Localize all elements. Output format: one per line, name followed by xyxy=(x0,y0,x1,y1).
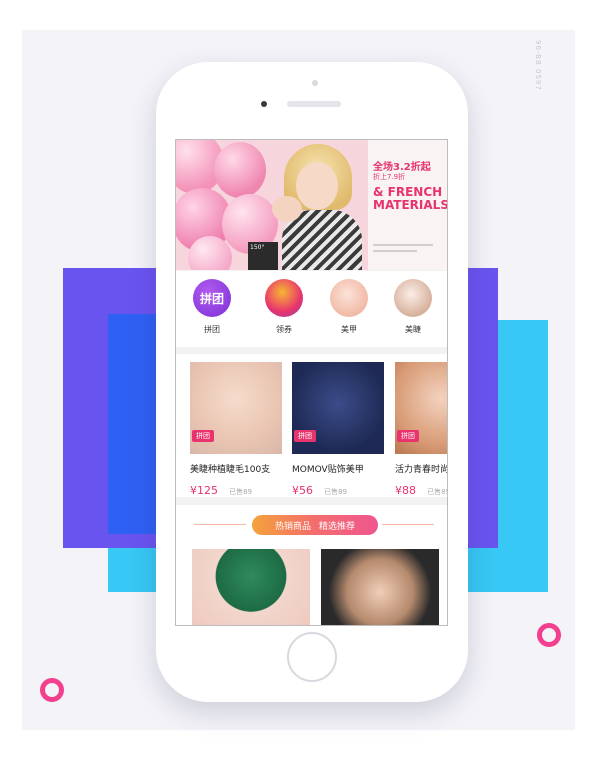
home-button[interactable] xyxy=(287,632,337,682)
banner-subtitle: 折上7.9折 xyxy=(373,173,406,181)
hot-product-image[interactable] xyxy=(192,549,310,625)
hot-section-header[interactable]: 热销商品 精选推荐 xyxy=(252,515,378,535)
divider xyxy=(382,524,434,525)
product-sold: 已售89 xyxy=(229,488,253,496)
group-buy-icon: 拼团 xyxy=(193,279,231,317)
banner-title: 全场3.2折起 xyxy=(373,162,431,173)
model-face-image xyxy=(296,162,338,210)
group-buy-badge: 拼团 xyxy=(192,430,214,442)
product-carousel: 拼团 美睫种植睫毛100支 ¥125 已售89 拼团 MOMOV贴饰美甲 ¥56… xyxy=(176,354,448,498)
product-price: ¥88 xyxy=(395,484,416,497)
category-item-group-buy[interactable]: 拼团 拼团 xyxy=(187,279,237,335)
hot-section: 热销商品 精选推荐 xyxy=(176,505,447,625)
phone-speaker xyxy=(287,101,341,107)
product-price: ¥56 xyxy=(292,484,313,497)
model-hand-image xyxy=(272,196,302,222)
group-buy-badge: 拼团 xyxy=(294,430,316,442)
coupon-icon xyxy=(265,279,303,317)
category-item-eyelash[interactable]: 美睫 xyxy=(388,279,438,335)
category-label: 领券 xyxy=(276,325,292,334)
banner-fine-print xyxy=(373,244,433,246)
phone-camera xyxy=(261,101,267,107)
product-card[interactable]: 拼团 活力青春时尚 ¥88 已售89 xyxy=(395,362,448,498)
hot-product-image[interactable] xyxy=(321,549,439,625)
watermark-text: 96-BB 0597 xyxy=(534,40,542,91)
manicure-icon xyxy=(330,279,368,317)
decor-ring-right xyxy=(537,623,561,647)
product-name: 活力青春时尚 xyxy=(395,465,448,475)
app-screen: 150° 全场3.2折起 折上7.9折 & FRENCH MATERIALS 拼… xyxy=(175,139,448,626)
product-card[interactable]: 拼团 MOMOV贴饰美甲 ¥56 已售89 xyxy=(292,362,384,498)
category-nav: 拼团 拼团 领券 美甲 美睫 xyxy=(176,271,447,347)
eyelash-icon xyxy=(394,279,432,317)
decor-ring-left xyxy=(40,678,64,702)
product-card[interactable]: 拼团 美睫种植睫毛100支 ¥125 已售89 xyxy=(190,362,282,498)
product-image: 拼团 xyxy=(292,362,384,454)
product-price: ¥125 xyxy=(190,484,218,497)
category-item-coupon[interactable]: 领券 xyxy=(259,279,309,335)
product-sold: 已售89 xyxy=(427,488,448,496)
banner-tile: 150° xyxy=(248,242,278,270)
product-image: 拼团 xyxy=(395,362,447,454)
product-name: MOMOV贴饰美甲 xyxy=(292,465,364,475)
hot-products-label: 热销商品 xyxy=(274,521,311,532)
divider xyxy=(194,524,246,525)
category-item-manicure[interactable]: 美甲 xyxy=(324,279,374,335)
product-sold: 已售89 xyxy=(324,488,348,496)
promo-banner[interactable]: 150° 全场3.2折起 折上7.9折 & FRENCH MATERIALS xyxy=(176,140,448,270)
balloon-image xyxy=(214,142,266,198)
group-buy-badge: 拼团 xyxy=(397,430,419,442)
product-image: 拼团 xyxy=(190,362,282,454)
product-name: 美睫种植睫毛100支 xyxy=(190,465,271,475)
category-label: 拼团 xyxy=(204,325,220,334)
featured-label: 精选推荐 xyxy=(319,521,356,532)
banner-english-title: & FRENCH MATERIALS xyxy=(373,185,448,212)
category-label: 美睫 xyxy=(405,325,421,334)
phone-sensor xyxy=(312,80,318,86)
balloon-image xyxy=(188,236,232,270)
category-label: 美甲 xyxy=(341,325,357,334)
banner-fine-print xyxy=(373,250,417,252)
